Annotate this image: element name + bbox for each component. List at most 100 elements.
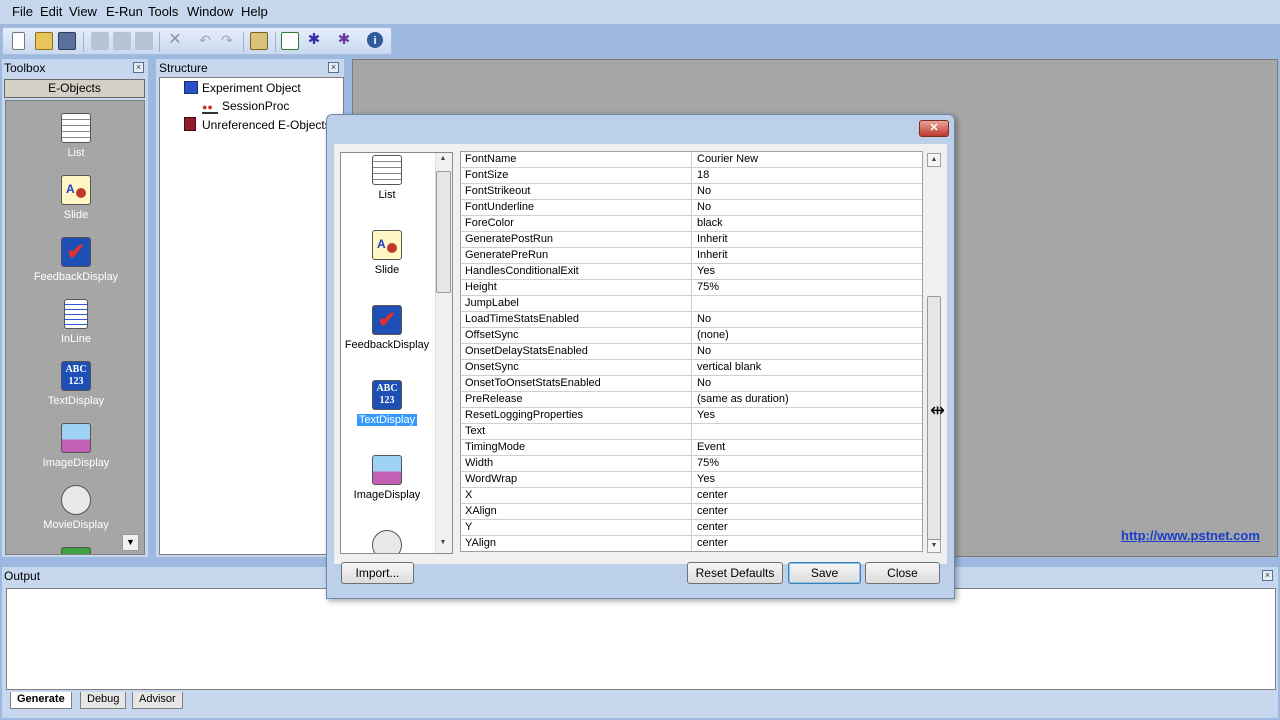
property-value[interactable]: No bbox=[697, 184, 921, 199]
property-value[interactable]: center bbox=[697, 488, 921, 503]
toolbox-scroll-down[interactable]: ▼ bbox=[122, 534, 139, 551]
property-value[interactable]: No bbox=[697, 376, 921, 391]
property-row[interactable]: OnsetDelayStatsEnabled No bbox=[461, 344, 922, 360]
object-item-list[interactable]: List bbox=[341, 155, 433, 201]
toolbox-item-moviedisplay[interactable]: MovieDisplay bbox=[6, 485, 144, 531]
property-value[interactable]: 75% bbox=[697, 456, 921, 471]
run-test-icon[interactable]: ✱ bbox=[335, 32, 353, 50]
toolbox-item-textdisplay[interactable]: ABC 123 TextDisplay bbox=[6, 361, 144, 407]
toolbox-item-feedbackdisplay[interactable]: ✔ FeedbackDisplay bbox=[6, 237, 144, 283]
property-row[interactable]: JumpLabel bbox=[461, 296, 922, 312]
close-icon[interactable]: × bbox=[328, 62, 339, 73]
property-row[interactable]: WordWrap Yes bbox=[461, 472, 922, 488]
property-row[interactable]: GeneratePreRun Inherit bbox=[461, 248, 922, 264]
scroll-up-arrow[interactable]: ▲ bbox=[927, 153, 941, 167]
undo-icon[interactable]: ↶ bbox=[196, 32, 214, 50]
cut-icon[interactable] bbox=[91, 32, 109, 50]
property-row[interactable]: OnsetSync vertical blank bbox=[461, 360, 922, 376]
property-value[interactable]: center bbox=[697, 536, 921, 551]
menu-file[interactable]: File bbox=[12, 4, 33, 19]
property-value[interactable]: Yes bbox=[697, 264, 921, 279]
property-row[interactable]: OffsetSync (none) bbox=[461, 328, 922, 344]
property-value[interactable]: 75% bbox=[697, 280, 921, 295]
pstnet-link[interactable]: http://www.pstnet.com bbox=[1121, 528, 1260, 543]
property-value[interactable]: Event bbox=[697, 440, 921, 455]
object-item-slide[interactable]: A Slide bbox=[341, 230, 433, 276]
object-item-feedbackdisplay[interactable]: ✔ FeedbackDisplay bbox=[341, 305, 433, 351]
property-row[interactable]: Text bbox=[461, 424, 922, 440]
object-item-imagedisplay[interactable]: ImageDisplay bbox=[341, 455, 433, 501]
close-button[interactable]: Close bbox=[865, 562, 940, 584]
property-value[interactable]: vertical blank bbox=[697, 360, 921, 375]
new-icon[interactable] bbox=[12, 32, 25, 50]
property-row[interactable]: Xcenter bbox=[461, 488, 922, 504]
tree-item-sessionproc[interactable]: ●● SessionProc bbox=[202, 99, 289, 114]
toolbox-item-list[interactable]: List bbox=[6, 113, 144, 159]
property-value[interactable]: No bbox=[697, 344, 921, 359]
property-value[interactable]: Inherit bbox=[697, 248, 921, 263]
property-value[interactable]: No bbox=[697, 312, 921, 327]
property-value[interactable]: Yes bbox=[697, 408, 921, 423]
property-row[interactable]: Height 75% bbox=[461, 280, 922, 296]
toolbox-item-slide[interactable]: A Slide bbox=[6, 175, 144, 221]
property-value[interactable]: Yes bbox=[697, 472, 921, 487]
generate-script-icon[interactable] bbox=[281, 32, 299, 50]
scroll-up-arrow[interactable]: ▲ bbox=[436, 153, 450, 167]
object-item-moviedisplay[interactable] bbox=[341, 530, 433, 553]
menu-tools[interactable]: Tools bbox=[148, 4, 178, 19]
import-button[interactable]: Import... bbox=[341, 562, 414, 584]
property-row[interactable]: TimingMode Event bbox=[461, 440, 922, 456]
scroll-down-arrow[interactable]: ▼ bbox=[927, 539, 941, 553]
property-row[interactable]: XAlign center bbox=[461, 504, 922, 520]
property-row[interactable]: LoadTimeStatsEnabled No bbox=[461, 312, 922, 328]
property-row[interactable]: ResetLoggingProperties Yes bbox=[461, 408, 922, 424]
menu-help[interactable]: Help bbox=[241, 4, 268, 19]
property-value[interactable]: center bbox=[697, 520, 921, 535]
property-value[interactable]: Courier New bbox=[697, 152, 921, 167]
save-button[interactable]: Save bbox=[788, 562, 861, 584]
property-value[interactable]: (same as duration) bbox=[697, 392, 921, 407]
property-row[interactable]: FontName Courier New bbox=[461, 152, 922, 168]
object-item-textdisplay[interactable]: ABC 123 TextDisplay bbox=[341, 380, 433, 426]
output-text-area[interactable] bbox=[6, 588, 1276, 690]
property-value[interactable]: (none) bbox=[697, 328, 921, 343]
property-row[interactable]: Ycenter bbox=[461, 520, 922, 536]
property-row[interactable]: YAlign center bbox=[461, 536, 922, 551]
tab-generate[interactable]: Generate bbox=[10, 692, 72, 709]
tab-advisor[interactable]: Advisor bbox=[132, 692, 183, 709]
close-icon[interactable]: × bbox=[1262, 570, 1273, 581]
properties-icon[interactable] bbox=[250, 32, 268, 50]
toolbox-item-inline[interactable]: InLine bbox=[6, 299, 144, 345]
property-row[interactable]: FontSize 18 bbox=[461, 168, 922, 184]
property-value[interactable]: 18 bbox=[697, 168, 921, 183]
menu-edit[interactable]: Edit bbox=[40, 4, 62, 19]
delete-icon[interactable]: ✕ bbox=[166, 32, 184, 50]
redo-icon[interactable]: ↷ bbox=[218, 32, 236, 50]
property-row[interactable]: GeneratePostRun Inherit bbox=[461, 232, 922, 248]
close-icon[interactable]: × bbox=[133, 62, 144, 73]
info-icon[interactable]: i bbox=[367, 32, 383, 48]
save-icon[interactable] bbox=[58, 32, 76, 50]
dialog-close-icon[interactable]: ✕ bbox=[919, 120, 949, 137]
property-row[interactable]: PreRelease (same as duration) bbox=[461, 392, 922, 408]
property-value[interactable]: black bbox=[697, 216, 921, 231]
eobjects-category[interactable]: E-Objects bbox=[4, 79, 145, 98]
property-value[interactable]: center bbox=[697, 504, 921, 519]
run-icon[interactable]: ✱ bbox=[305, 32, 323, 50]
menu-view[interactable]: View bbox=[69, 4, 97, 19]
property-row[interactable]: OnsetToOnsetStatsEnabled No bbox=[461, 376, 922, 392]
tab-debug[interactable]: Debug bbox=[80, 692, 127, 709]
menu-window[interactable]: Window bbox=[187, 4, 233, 19]
property-row[interactable]: Width 75% bbox=[461, 456, 922, 472]
toolbox-item-imagedisplay[interactable]: ImageDisplay bbox=[6, 423, 144, 469]
reset-defaults-button[interactable]: Reset Defaults bbox=[687, 562, 783, 584]
property-value[interactable]: Inherit bbox=[697, 232, 921, 247]
property-row[interactable]: ForeColor black bbox=[461, 216, 922, 232]
property-row[interactable]: FontStrikeout No bbox=[461, 184, 922, 200]
tree-item-experiment[interactable]: Experiment Object bbox=[184, 81, 301, 95]
copy-icon[interactable] bbox=[113, 32, 131, 50]
paste-icon[interactable] bbox=[135, 32, 153, 50]
menu-erun[interactable]: E-Run bbox=[106, 4, 143, 19]
property-row[interactable]: FontUnderline No bbox=[461, 200, 922, 216]
property-row[interactable]: HandlesConditionalExit Yes bbox=[461, 264, 922, 280]
